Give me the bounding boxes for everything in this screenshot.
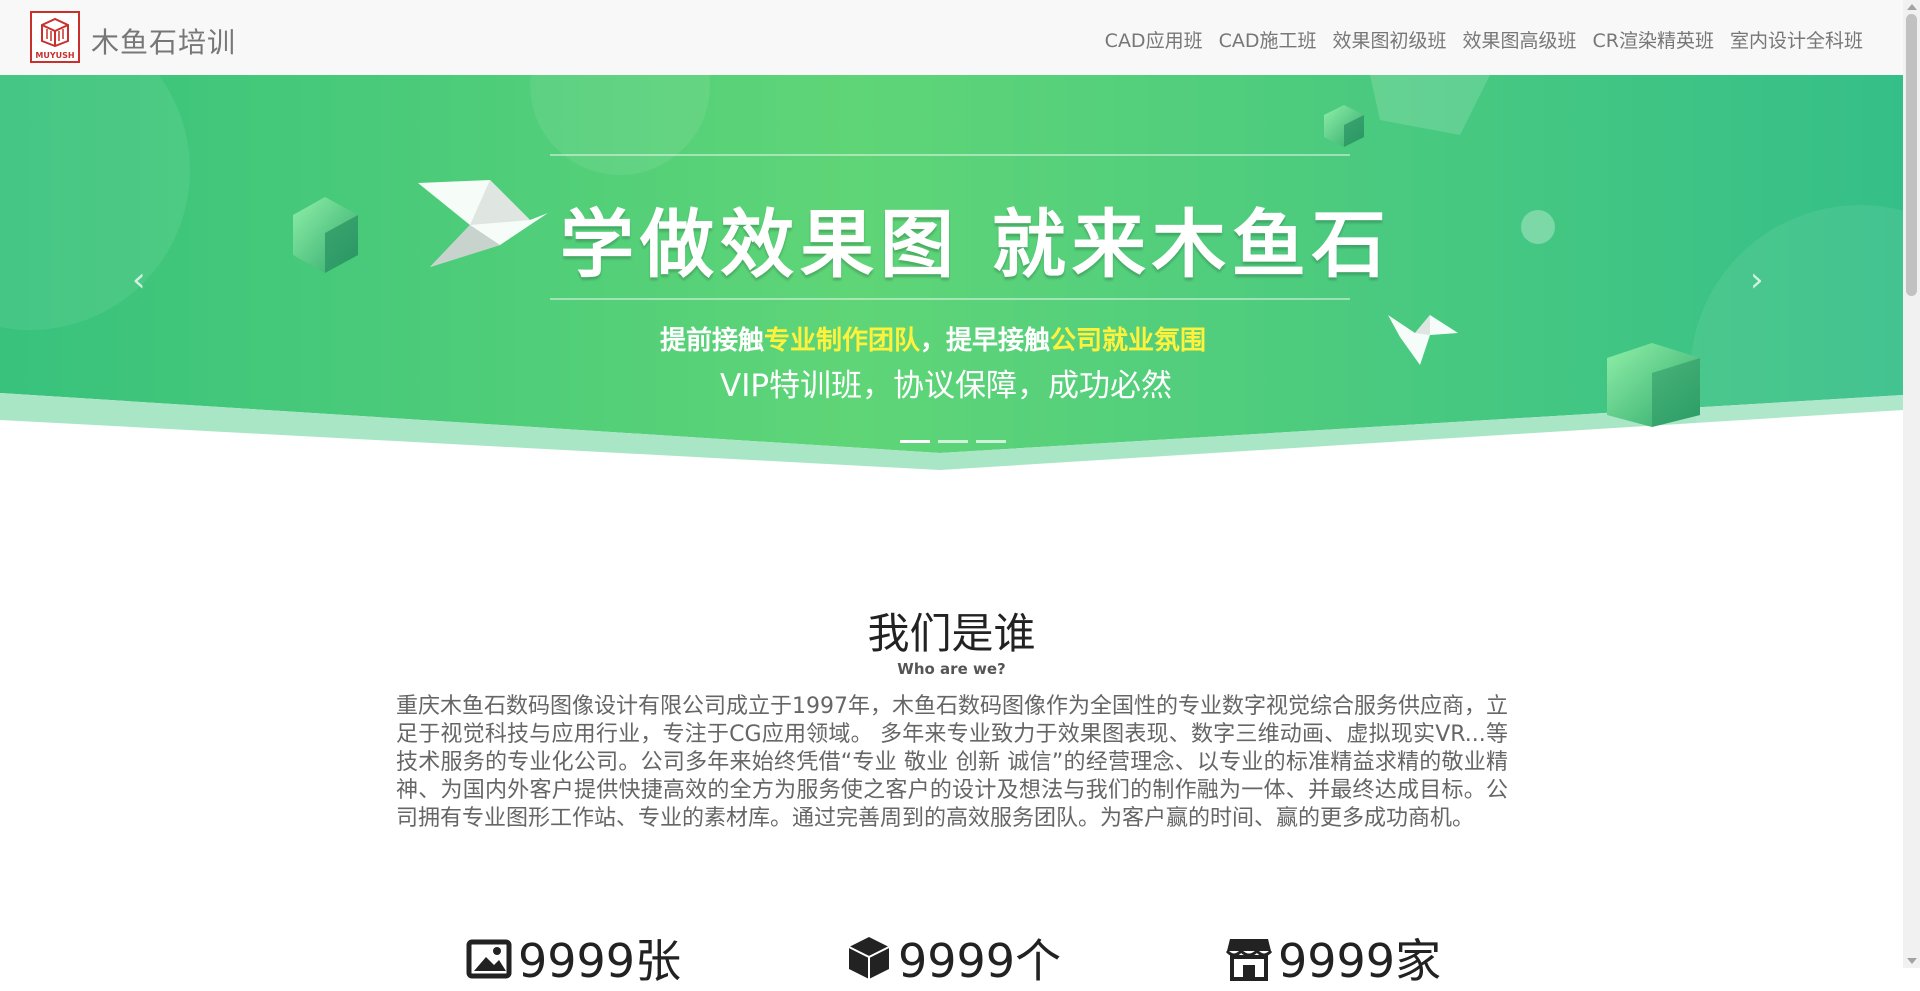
hero-subtitle: VIP特训班，协议保障，成功必然	[720, 368, 1173, 404]
box-logo-icon	[41, 17, 69, 47]
brand-name[interactable]: 木鱼石培训	[91, 21, 236, 61]
nav-item-cr-elite[interactable]: CR渲染精英班	[1593, 26, 1714, 53]
tagline-highlight2: 公司就业氛围	[1050, 326, 1207, 356]
page-scrollbar[interactable]	[1903, 0, 1920, 968]
scroll-up-icon[interactable]	[1907, 4, 1917, 10]
image-icon	[466, 939, 512, 979]
hero-carousel: 学做效果图 就来木鱼石 提前接触专业制作团队，提早接触公司就业氛围 VIP特训班…	[0, 75, 1903, 470]
tagline-part2: ，提早接触	[920, 326, 1051, 356]
stat-value: 9999张	[518, 934, 682, 988]
stat-value: 9999家	[1278, 934, 1442, 988]
section-title: 我们是谁	[867, 609, 1036, 658]
cube-icon	[848, 937, 890, 979]
tagline-highlight1: 专业制作团队	[764, 326, 921, 356]
stat-stores: 9999家	[1226, 925, 1441, 991]
hero-tagline: 提前接触专业制作团队，提早接触公司就业氛围	[660, 320, 1206, 357]
stat-models: 9999个	[846, 925, 1061, 991]
brand-logo[interactable]: MUYUSH	[30, 11, 80, 63]
nav-item-cad-app[interactable]: CAD应用班	[1105, 26, 1203, 53]
carousel-indicator[interactable]	[976, 440, 1006, 443]
store-icon	[1226, 939, 1272, 981]
scroll-thumb[interactable]	[1906, 14, 1917, 296]
logo-text: MUYUSH	[35, 51, 75, 60]
section-subtitle: Who are we?	[897, 660, 1006, 678]
main-nav: CAD应用班 CAD施工班 效果图初级班 效果图高级班 CR渲染精英班 室内设计…	[1105, 26, 1863, 53]
carousel-indicator[interactable]	[938, 440, 968, 443]
chevron-right-icon[interactable]: ›	[1750, 260, 1764, 300]
stat-images: 9999张	[466, 925, 681, 991]
about-description: 重庆木鱼石数码图像设计有限公司成立于1997年，木鱼石数码图像作为全国性的专业数…	[396, 694, 1508, 831]
stat-value: 9999个	[898, 934, 1062, 988]
nav-item-render-advanced[interactable]: 效果图高级班	[1463, 26, 1577, 53]
chevron-left-icon[interactable]: ‹	[132, 260, 146, 300]
nav-item-cad-construction[interactable]: CAD施工班	[1219, 26, 1317, 53]
navbar: MUYUSH 木鱼石培训 CAD应用班 CAD施工班 效果图初级班 效果图高级班…	[0, 0, 1903, 76]
nav-item-interior-full[interactable]: 室内设计全科班	[1730, 26, 1863, 53]
scroll-down-icon[interactable]	[1907, 958, 1917, 964]
nav-item-render-basic[interactable]: 效果图初级班	[1332, 26, 1446, 53]
carousel-indicator[interactable]	[900, 440, 930, 443]
cube-decoration-right	[1607, 343, 1700, 427]
tagline-part1: 提前接触	[660, 326, 765, 356]
carousel-indicators	[900, 440, 1006, 443]
hero-title: 学做效果图 就来木鱼石	[560, 202, 1392, 288]
